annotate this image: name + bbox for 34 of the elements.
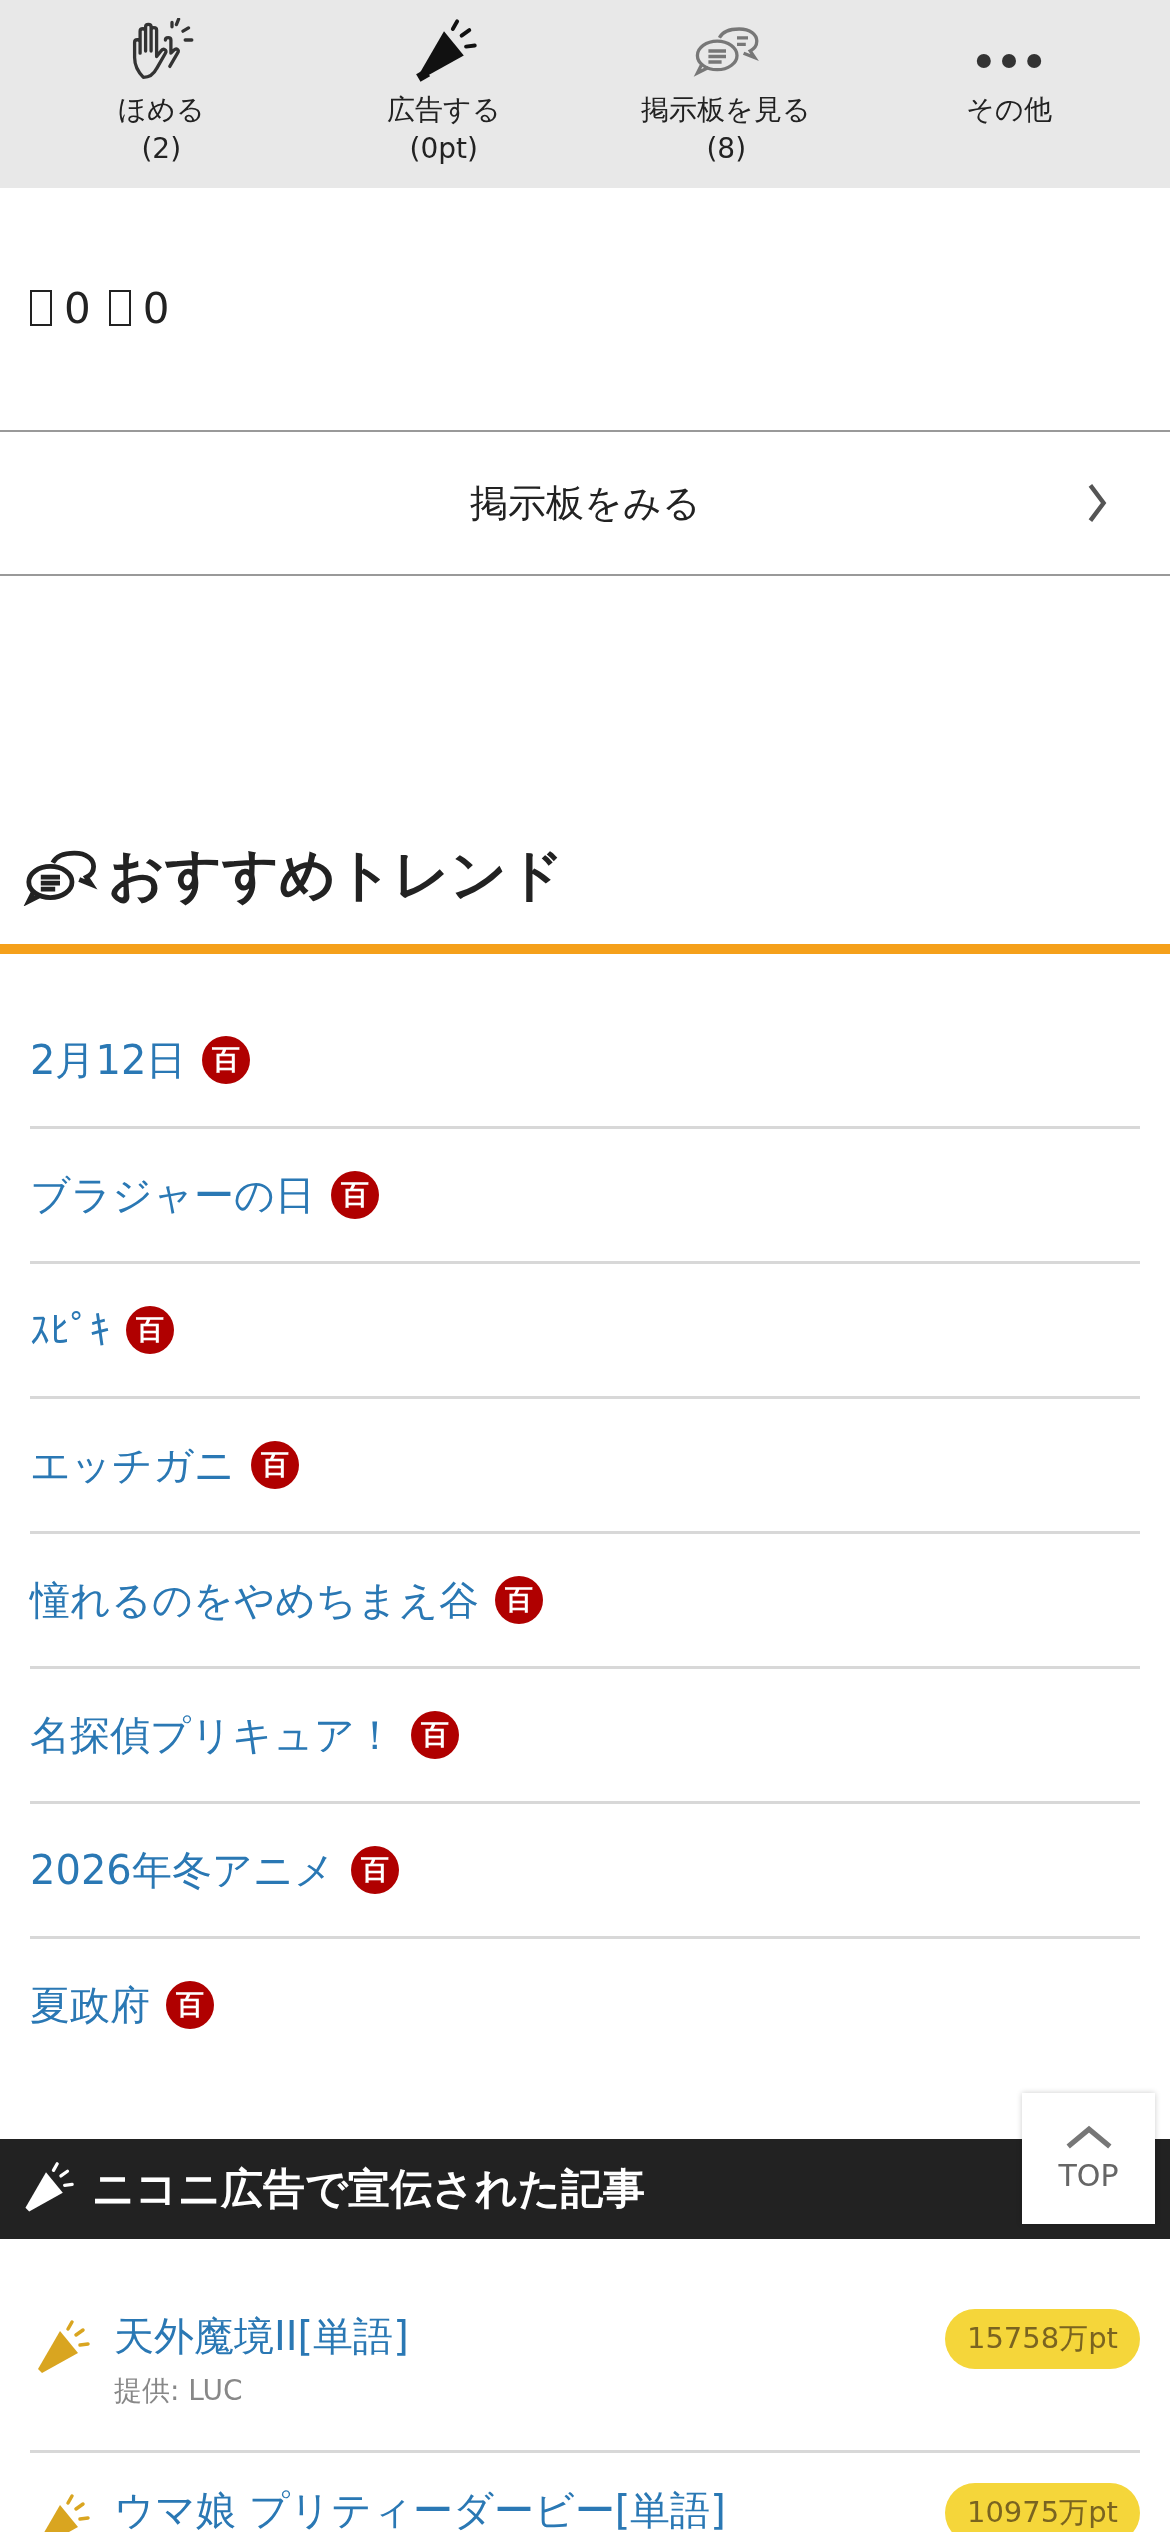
- encyclopedia-badge: 百: [350, 1846, 399, 1894]
- reaction-count: 0: [64, 283, 91, 333]
- trend-link[interactable]: 憧れるのをやめちまえ谷: [30, 1572, 479, 1628]
- action-button[interactable]: その他: [867, 0, 1150, 188]
- encyclopedia-badge: 百: [411, 1711, 459, 1759]
- article-link[interactable]: 天外魔境II[単語]: [114, 2309, 921, 2364]
- encyclopedia-badge: 百: [166, 1981, 214, 2029]
- points-badge: 10975万pt: [944, 2483, 1140, 2532]
- action-button[interactable]: ほめる (2): [20, 0, 303, 188]
- section-title: おすすめトレンド: [108, 841, 564, 909]
- trend-link[interactable]: ｽﾋﾟｷ: [30, 1307, 110, 1353]
- article-link[interactable]: ウマ娘 プリティーダービー[単語]: [114, 2483, 921, 2532]
- trend-link[interactable]: 夏政府: [30, 1977, 150, 2033]
- encyclopedia-badge: 百: [202, 1036, 251, 1084]
- trend-link[interactable]: エッチガニ: [30, 1437, 235, 1493]
- action-button[interactable]: 広告する (0pt): [302, 0, 585, 188]
- encyclopedia-badge: 百: [495, 1576, 543, 1624]
- encyclopedia-badge: 百: [126, 1306, 174, 1354]
- section-title: ニコニ広告で宣伝された記事: [92, 2163, 645, 2215]
- action-button[interactable]: 掲示板を見る (8): [585, 0, 868, 188]
- back-to-top-button[interactable]: TOP: [1022, 2093, 1155, 2224]
- missing-glyph-icon: [108, 290, 131, 326]
- sponsor-text: 提供: LUC: [114, 2373, 244, 2409]
- board-link[interactable]: 掲示板をみる: [0, 430, 1170, 576]
- trend-link[interactable]: 2月12日: [30, 1032, 187, 1088]
- trend-link[interactable]: 2026年冬アニメ: [30, 1842, 335, 1898]
- encyclopedia-badge: 百: [331, 1171, 379, 1219]
- trend-link[interactable]: ブラジャーの日: [30, 1167, 315, 1223]
- more-icon: [975, 54, 1042, 68]
- points-badge: 15758万pt: [944, 2309, 1140, 2369]
- reaction-count: 0: [142, 283, 170, 333]
- encyclopedia-badge: 百: [251, 1441, 299, 1489]
- trend-link[interactable]: 名探偵プリキュア！: [30, 1707, 395, 1763]
- missing-glyph-icon: [30, 290, 52, 326]
